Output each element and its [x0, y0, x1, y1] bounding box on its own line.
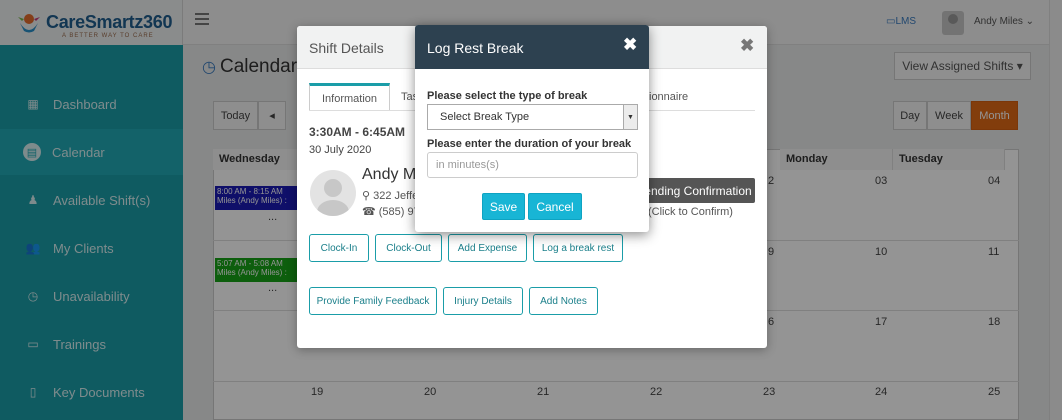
break-type-select[interactable]: Select Break Type ▼ [427, 104, 638, 130]
dropdown-arrow-icon[interactable]: ▼ [623, 105, 637, 129]
client-avatar [310, 170, 356, 216]
click-to-confirm-label: (Click to Confirm) [648, 206, 733, 218]
log-rest-break-modal: Log Rest Break ✖ Please select the type … [415, 25, 649, 232]
pending-confirmation-button[interactable]: ending Confirmation [641, 178, 755, 203]
map-marker-icon: ⚲ [362, 190, 371, 202]
modal-title: Log Rest Break [427, 40, 524, 56]
clock-out-button[interactable]: Clock-Out [375, 234, 442, 262]
break-type-value: Select Break Type [440, 111, 530, 123]
break-duration-input[interactable] [427, 152, 638, 178]
break-type-label: Please select the type of break [427, 90, 588, 102]
shift-details-title: Shift Details [309, 40, 384, 56]
shift-time: 3:30AM - 6:45AM [309, 125, 406, 139]
injury-details-button[interactable]: Injury Details [443, 287, 523, 315]
client-name: Andy M [362, 166, 417, 183]
break-duration-label: Please enter the duration of your break [427, 138, 632, 150]
log-rest-break-header: Log Rest Break ✖ [415, 25, 649, 69]
clock-in-button[interactable]: Clock-In [309, 234, 369, 262]
cancel-button[interactable]: Cancel [528, 193, 582, 220]
shift-date: 30 July 2020 [309, 144, 372, 156]
provide-family-feedback-button[interactable]: Provide Family Feedback [309, 287, 437, 315]
log-break-rest-button[interactable]: Log a break rest [533, 234, 623, 262]
add-notes-button[interactable]: Add Notes [529, 287, 598, 315]
tab-information[interactable]: Information [309, 83, 391, 111]
add-expense-button[interactable]: Add Expense [448, 234, 527, 262]
close-icon[interactable]: ✖ [623, 35, 637, 55]
phone-icon: ☎ [362, 206, 376, 218]
client-phone: ☎ (585) 97 [362, 206, 420, 218]
save-button[interactable]: Save [482, 193, 525, 220]
client-address: ⚲ 322 Jeffe [362, 190, 419, 202]
close-icon[interactable]: ✖ [740, 36, 754, 56]
